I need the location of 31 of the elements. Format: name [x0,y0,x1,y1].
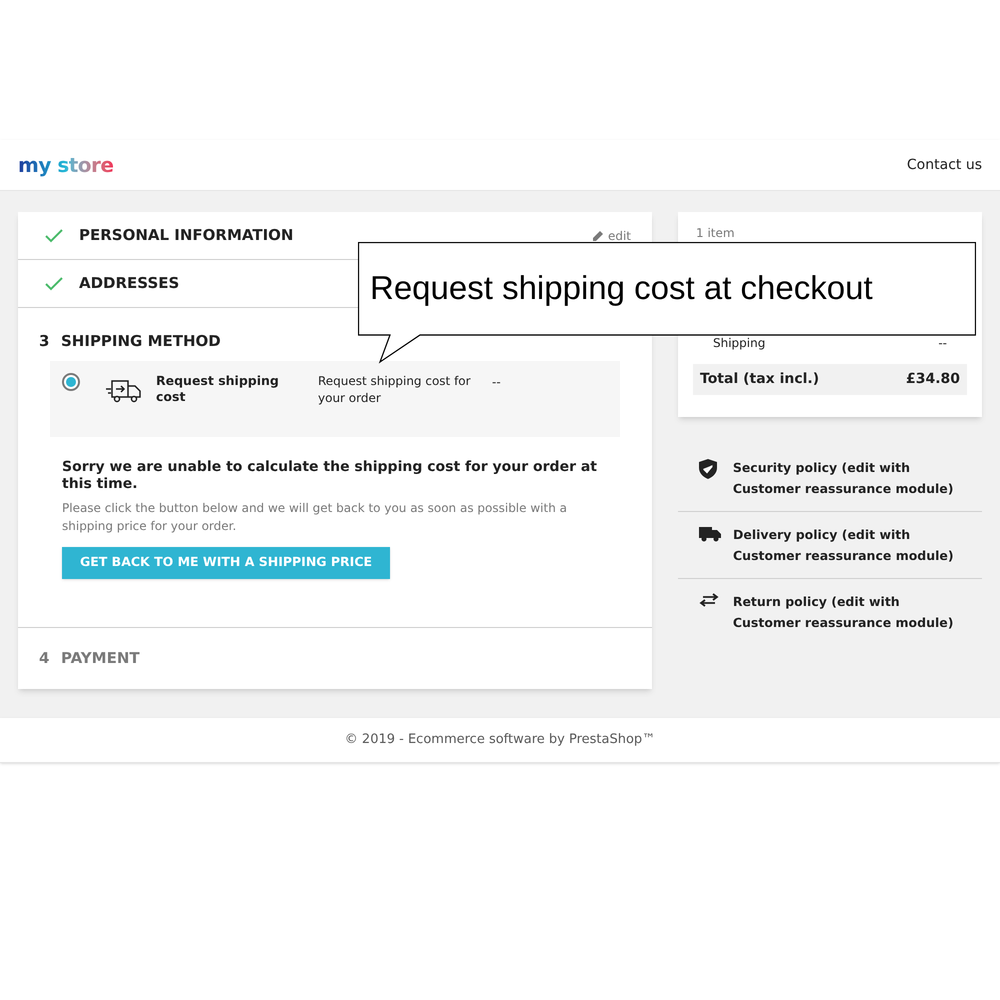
total-label: Total (tax incl.) [700,370,820,389]
contact-link[interactable]: Contact us [906,154,982,176]
footer-copyright: © 2019 - Ecommerce software by PrestaShop™ [344,731,656,750]
step-title[interactable]: PERSONAL INFORMATION [79,224,294,247]
radio-button[interactable] [62,372,80,390]
carrier-option[interactable]: Request shipping cost Request shipping cost for your order -- [50,360,620,436]
step-title: PAYMENT [61,648,140,669]
shipping-label: Shipping [713,335,766,352]
step-number: 4 [39,648,50,669]
shipping-value: -- [938,335,947,352]
step-title[interactable]: SHIPPING METHOD [61,330,221,352]
edit-link[interactable]: edit [592,226,631,244]
step-title[interactable]: ADDRESSES [79,272,180,295]
carrier-delay: Request shipping cost for your order [318,372,472,406]
items-count: 1 item [695,225,736,242]
notice-heading: Sorry we are unable to calculate the shipping cost for your order at this time. [62,458,598,492]
carrier-name: Request shipping cost [156,372,280,404]
step-number: 3 [39,331,50,352]
check-icon [45,276,63,290]
truck-icon [699,526,721,542]
notice-text: Please click the button below and we will get back to you as soon as possible with a shipping price for your order. [62,500,568,534]
reassurance-text: Delivery policy (edit with Customer reassurance module) [733,526,955,565]
callout-text: Request shipping cost at checkout [370,268,873,308]
total-value: £34.80 [906,370,960,389]
check-icon [45,228,63,242]
swap-arrows-icon [699,593,719,607]
shield-icon [699,459,717,479]
delivery-truck-icon [106,378,142,402]
reassurance-text: Security policy (edit with Customer reassurance module) [732,459,954,498]
carrier-price: -- [492,374,501,390]
reassurance-text: Return policy (edit with Customer reassurance module) [732,593,954,632]
